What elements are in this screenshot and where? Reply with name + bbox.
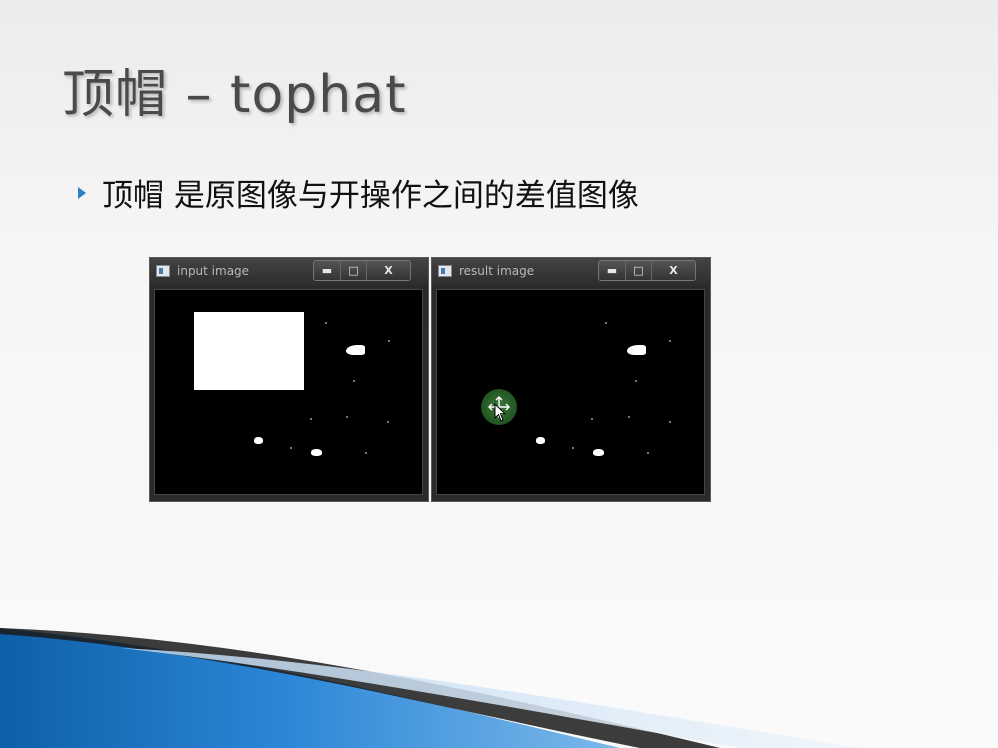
noise-dot <box>605 322 607 324</box>
app-window-icon <box>438 265 452 277</box>
noise-dot <box>635 380 637 382</box>
white-rectangle <box>194 312 304 390</box>
noise-dot <box>628 416 630 418</box>
image-canvas <box>154 289 423 495</box>
close-button[interactable]: X <box>366 261 410 280</box>
noise-dot <box>572 447 574 449</box>
slide-title: 顶帽 – tophat <box>62 65 407 125</box>
white-blob <box>536 437 545 444</box>
window-title: input image <box>177 264 250 278</box>
white-blob <box>254 437 263 444</box>
window-titlebar[interactable]: input image ▬ □ X <box>150 258 428 286</box>
close-button[interactable]: X <box>651 261 695 280</box>
window-title: result image <box>459 264 535 278</box>
noise-dot <box>387 421 389 423</box>
app-window-icon <box>156 265 170 277</box>
minimize-button[interactable]: ▬ <box>599 261 625 280</box>
maximize-button[interactable]: □ <box>340 261 366 280</box>
minimize-button[interactable]: ▬ <box>314 261 340 280</box>
input-image-window[interactable]: input image ▬ □ X <box>149 257 429 502</box>
noise-dot <box>325 322 327 324</box>
window-titlebar[interactable]: result image ▬ □ X <box>432 258 710 286</box>
image-canvas <box>436 289 705 495</box>
white-blob <box>311 449 322 456</box>
white-blob <box>593 449 604 456</box>
slide: 顶帽 – tophat 顶帽 是原图像与开操作之间的差值图像 input ima… <box>0 0 998 748</box>
white-blob <box>346 345 365 355</box>
noise-dot <box>365 452 367 454</box>
window-controls: ▬ □ X <box>598 260 696 281</box>
triangle-bullet-icon <box>78 186 86 199</box>
noise-dot <box>388 340 390 342</box>
decorative-swoosh <box>0 628 860 748</box>
window-controls: ▬ □ X <box>313 260 411 281</box>
noise-dot <box>591 418 593 420</box>
bullet-item: 顶帽 是原图像与开操作之间的差值图像 <box>78 170 639 215</box>
noise-dot <box>310 418 312 420</box>
noise-dot <box>290 447 292 449</box>
noise-dot <box>669 340 671 342</box>
white-blob <box>627 345 646 355</box>
maximize-button[interactable]: □ <box>625 261 651 280</box>
noise-dot <box>346 416 348 418</box>
noise-dot <box>669 421 671 423</box>
noise-dot <box>647 452 649 454</box>
pointer-cursor-icon <box>494 403 507 422</box>
bullet-text: 顶帽 是原图像与开操作之间的差值图像 <box>102 178 639 214</box>
noise-dot <box>353 380 355 382</box>
result-image-window[interactable]: result image ▬ □ X <box>431 257 711 502</box>
